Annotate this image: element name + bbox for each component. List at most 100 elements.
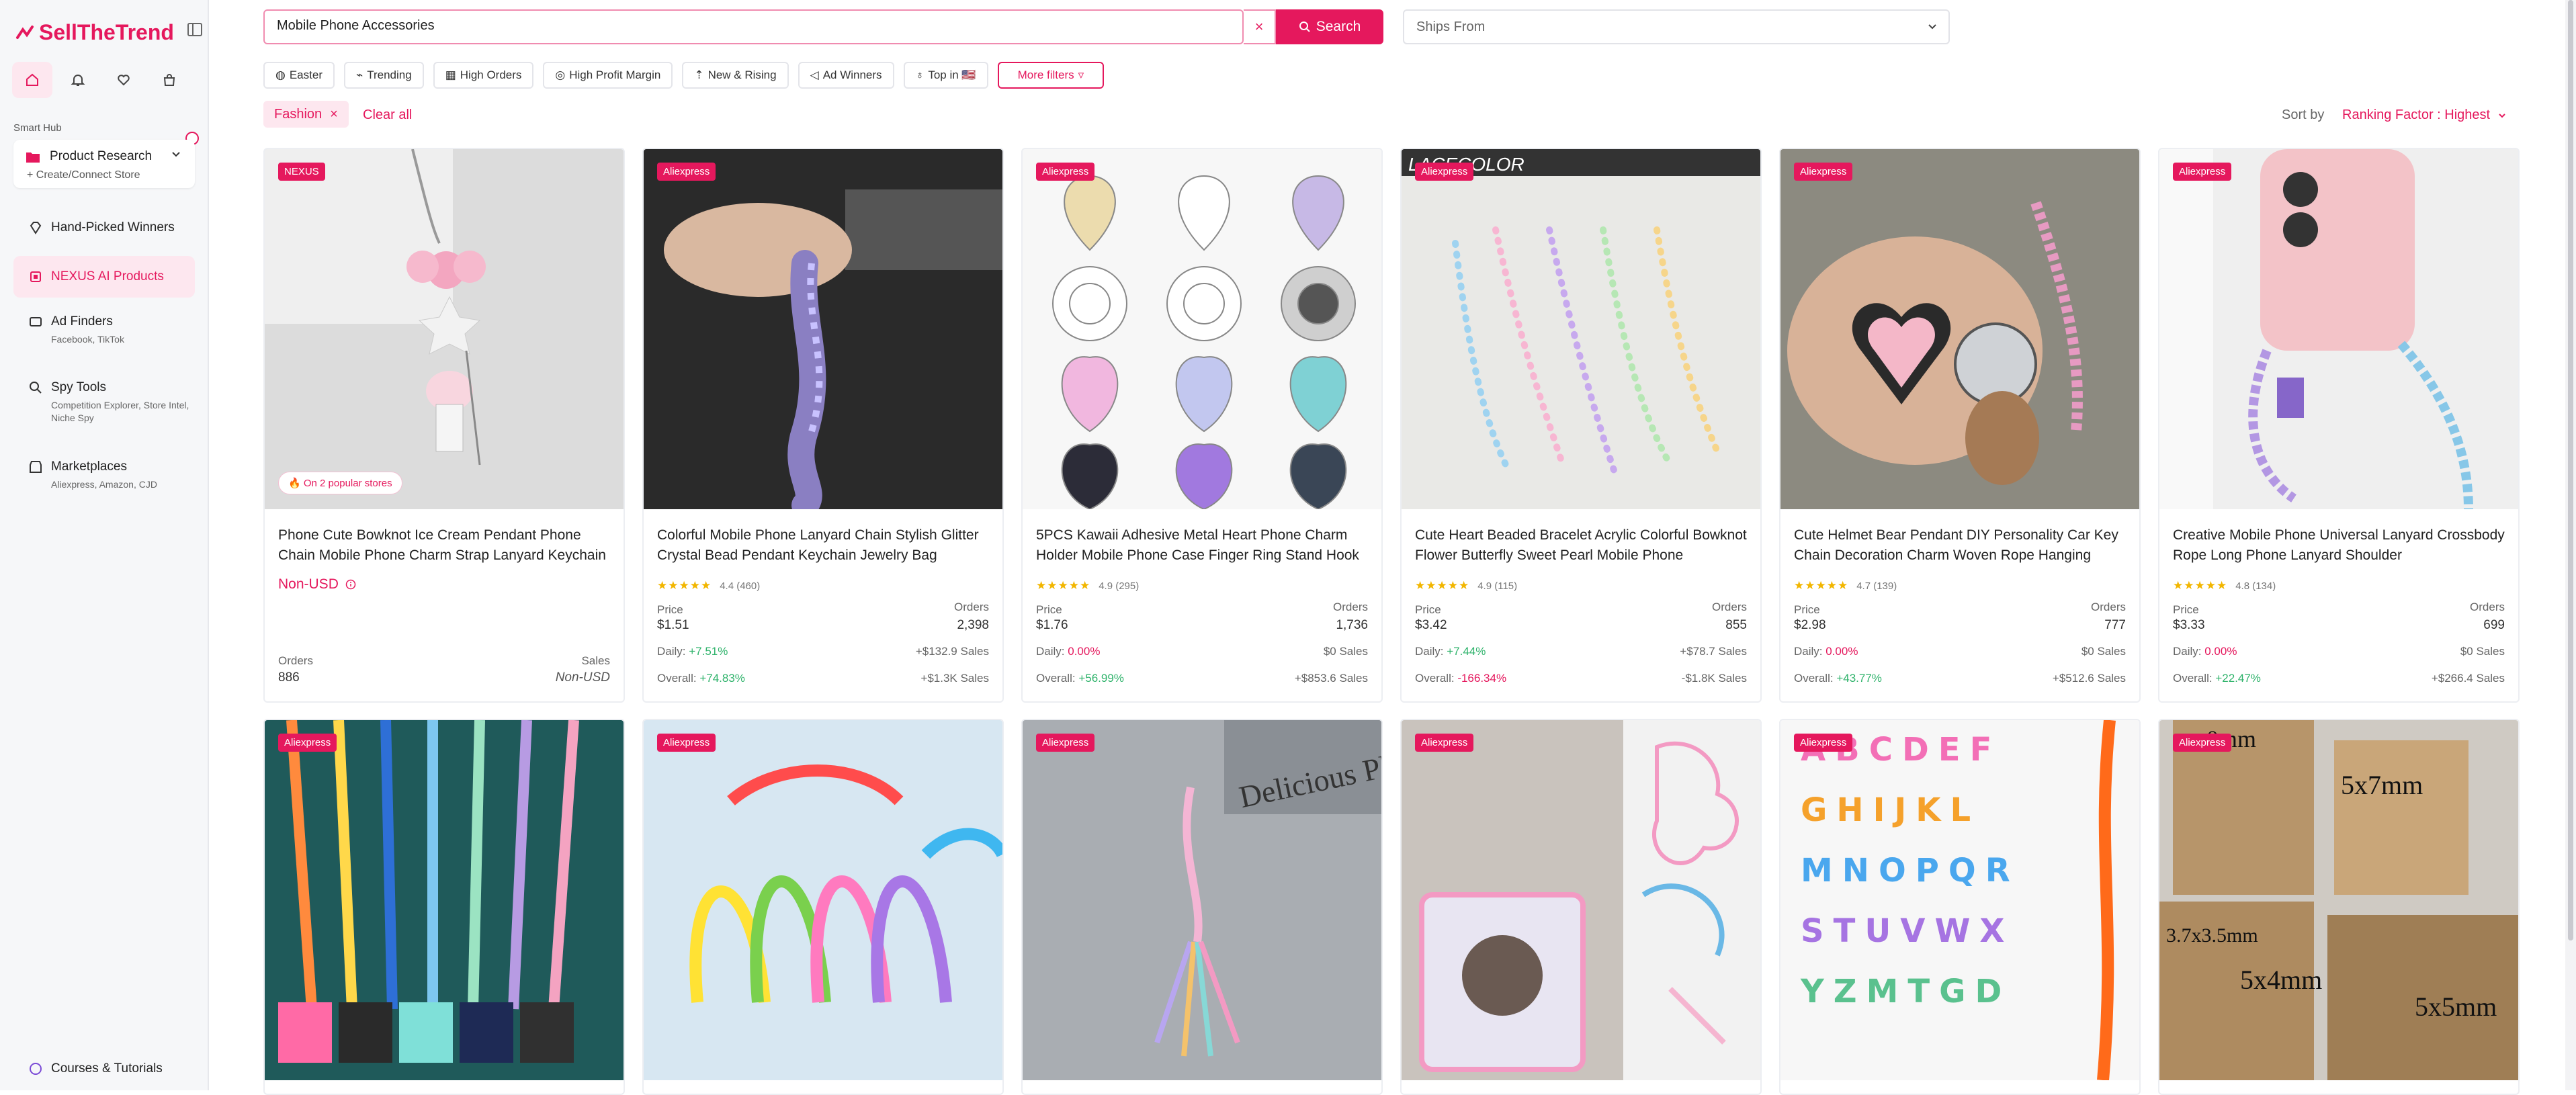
chip-label: More filters: [1017, 69, 1074, 81]
remove-filter-icon[interactable]: ×: [330, 107, 338, 122]
product-title[interactable]: Cute Helmet Bear Pendant DIY Personality…: [1794, 525, 2130, 566]
home-icon[interactable]: [12, 62, 52, 98]
product-card[interactable]: Aliexpress: [642, 719, 1004, 1095]
chip-label: Top in 🇺🇸: [928, 69, 976, 81]
product-card[interactable]: 0mm 5x7mm 3.7x3.5mm 5x4mm 5x5mm Aliexpre…: [2158, 719, 2520, 1095]
product-card[interactable]: ABCDEF GHIJKL MNOPQR STUVWX YZMTGD Aliex…: [1779, 719, 2141, 1095]
create-store-link[interactable]: + Create/Connect Store: [27, 169, 140, 181]
heart-icon[interactable]: [103, 62, 144, 98]
rating: ★★★★★ 4.8 (134): [2173, 579, 2276, 593]
rating-text: 4.8 (134): [2235, 580, 2276, 592]
overall-sales: +$1.3K Sales: [920, 672, 989, 685]
rating: ★★★★★ 4.4 (460): [657, 579, 760, 593]
search-input[interactable]: [277, 18, 1217, 34]
profit-icon: ◎: [555, 69, 566, 81]
active-filter-fashion[interactable]: Fashion ×: [263, 101, 349, 128]
scrollbar-thumb[interactable]: [2568, 0, 2573, 940]
product-card[interactable]: Delicious Plac Aliexpress: [1021, 719, 1383, 1095]
price-value: $3.42: [1415, 618, 1447, 632]
price-value: $3.33: [2173, 618, 2205, 632]
clear-all-link[interactable]: Clear all: [363, 107, 412, 123]
clear-search-button[interactable]: ×: [1244, 9, 1276, 44]
search-button-label: Search: [1316, 19, 1361, 34]
more-filters-button[interactable]: More filters ▿: [997, 62, 1105, 89]
rating-text: 4.4 (460): [720, 580, 761, 592]
filter-chip-trending[interactable]: ⌁ Trending: [343, 62, 424, 89]
sales-value: Non-USD: [555, 670, 610, 685]
product-image[interactable]: Aliexpress: [644, 149, 1002, 509]
product-image[interactable]: ABCDEF GHIJKL MNOPQR STUVWX YZMTGD Aliex…: [1780, 720, 2139, 1080]
product-image[interactable]: Aliexpress: [1402, 720, 1760, 1080]
overall-row: Overall: +74.83%: [657, 672, 745, 685]
product-image[interactable]: Aliexpress: [644, 720, 1002, 1080]
sort-select[interactable]: Ranking Factor : Highest: [2342, 107, 2507, 123]
search-button[interactable]: Search: [1276, 9, 1383, 44]
sidebar-item-spy-tools[interactable]: Spy Tools Competition Explorer, Store Int…: [13, 380, 195, 425]
sidebar-item-courses[interactable]: Courses & Tutorials: [13, 1061, 195, 1076]
product-card[interactable]: Aliexpress 5PCS Kawaii Adhesive Metal He…: [1021, 148, 1383, 703]
bag-icon[interactable]: [149, 62, 189, 98]
product-image[interactable]: NEXUS 🔥 On 2 popular stores: [265, 149, 624, 509]
courses-icon: [30, 1063, 42, 1075]
sort-label: Sort by: [2282, 107, 2325, 122]
sidebar-item-ad-finders[interactable]: Ad Finders Facebook, TikTok: [13, 314, 195, 346]
letter-beads-row2: GHIJKL: [1801, 791, 1980, 829]
product-card[interactable]: Aliexpress Cute Helmet Bear Pendant DIY …: [1779, 148, 2141, 703]
overall-sales: -$1.8K Sales: [1681, 672, 1747, 685]
daily-row: Daily: +7.44%: [1415, 645, 1486, 658]
product-image[interactable]: Aliexpress: [1780, 149, 2139, 509]
bell-icon[interactable]: [58, 62, 98, 98]
filter-chip-new-rising[interactable]: ⇡ New & Rising: [682, 62, 789, 89]
price-value: $2.98: [1794, 618, 1826, 632]
sales-label: Sales: [581, 654, 610, 667]
sidebar-item-hand-picked[interactable]: Hand-Picked Winners: [13, 220, 195, 235]
product-card[interactable]: LACECOLOR Aliexpress Cute Heart Beaded B…: [1400, 148, 1762, 703]
sidebar-item-label: Spy Tools: [51, 380, 107, 394]
overall-row: Overall: +22.47%: [2173, 672, 2261, 685]
product-research-card[interactable]: Product Research + Create/Connect Store: [13, 140, 195, 188]
size-label: 5x4mm: [2240, 965, 2322, 995]
source-badge: Aliexpress: [278, 734, 337, 752]
product-title[interactable]: Cute Heart Beaded Bracelet Acrylic Color…: [1415, 525, 1751, 566]
filter-chip-easter[interactable]: ◍ Easter: [263, 62, 335, 89]
overall-change: +43.77%: [1836, 672, 1882, 685]
filter-chip-top-in-us[interactable]: ♁ Top in 🇺🇸: [903, 62, 988, 89]
collapse-sidebar-icon[interactable]: [185, 20, 204, 39]
overall-label: Overall:: [657, 672, 697, 685]
filter-chip-high-orders[interactable]: ▦ High Orders: [433, 62, 534, 89]
product-title[interactable]: Creative Mobile Phone Universal Lanyard …: [2173, 525, 2509, 566]
product-image[interactable]: Aliexpress: [2159, 149, 2518, 509]
product-card[interactable]: Aliexpress Creative Mobile Phone Univers…: [2158, 148, 2520, 703]
chevron-down-icon[interactable]: [169, 148, 183, 161]
popular-stores-label: On 2 popular stores: [303, 478, 392, 489]
filter-chip-ad-winners[interactable]: ◁ Ad Winners: [798, 62, 894, 89]
product-title[interactable]: 5PCS Kawaii Adhesive Metal Heart Phone C…: [1036, 525, 1372, 566]
orders-value: 2,398: [957, 618, 989, 632]
star-rating-icons: ★★★★★: [2173, 579, 2228, 592]
ships-from-select[interactable]: Ships From: [1403, 9, 1950, 44]
product-image[interactable]: 0mm 5x7mm 3.7x3.5mm 5x4mm 5x5mm Aliexpre…: [2159, 720, 2518, 1080]
product-card[interactable]: Aliexpress: [1400, 719, 1762, 1095]
product-title[interactable]: Colorful Mobile Phone Lanyard Chain Styl…: [657, 525, 993, 566]
product-image[interactable]: LACECOLOR Aliexpress: [1402, 149, 1760, 509]
daily-label: Daily:: [2173, 645, 2202, 658]
product-title[interactable]: Phone Cute Bowknot Ice Cream Pendant Pho…: [278, 525, 614, 566]
non-usd-text: Non-USD: [278, 576, 339, 592]
brand-logo[interactable]: SellTheTrend: [15, 20, 174, 45]
daily-row: Daily: 0.00%: [1794, 645, 1858, 658]
product-image[interactable]: Aliexpress: [265, 720, 624, 1080]
product-card[interactable]: Aliexpress Colorful Mobile Phone Lanyard…: [642, 148, 1004, 703]
sidebar-item-nexus-ai[interactable]: NEXUS AI Products: [13, 256, 195, 298]
product-image[interactable]: Aliexpress: [1023, 149, 1381, 509]
overall-change: +22.47%: [2215, 672, 2261, 685]
orders-label: Orders: [2091, 601, 2126, 613]
source-badge: Aliexpress: [1036, 734, 1095, 752]
product-card[interactable]: NEXUS 🔥 On 2 popular stores Phone Cute B…: [263, 148, 625, 703]
product-image[interactable]: Delicious Plac Aliexpress: [1023, 720, 1381, 1080]
sidebar-item-sub: Competition Explorer, Store Intel, Niche…: [51, 400, 189, 423]
filter-chip-high-profit[interactable]: ◎ High Profit Margin: [543, 62, 673, 89]
sidebar-item-marketplaces[interactable]: Marketplaces Aliexpress, Amazon, CJD: [13, 459, 195, 491]
orders-label: Orders: [278, 654, 313, 667]
info-icon[interactable]: [345, 579, 356, 590]
product-card[interactable]: Aliexpress: [263, 719, 625, 1095]
